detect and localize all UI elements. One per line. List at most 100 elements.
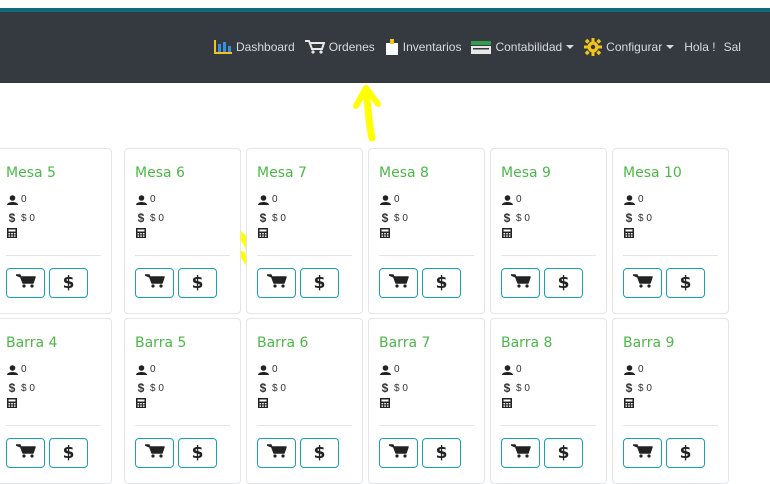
nav-configurar[interactable]: Configurar — [584, 38, 675, 56]
pay-button[interactable]: $ — [49, 268, 88, 298]
receipt-row — [501, 398, 516, 408]
table-card[interactable]: Mesa 5 0 $ $ 0 $ — [0, 148, 112, 314]
pay-button[interactable]: $ — [300, 438, 339, 468]
receipt-row — [135, 228, 150, 238]
add-order-button[interactable] — [623, 438, 662, 468]
table-card[interactable]: Barra 6 0 $ $ 0 $ — [246, 318, 363, 484]
table-card[interactable]: Barra 5 0 $ $ 0 $ — [124, 318, 241, 484]
nav-inventarios[interactable]: Inventarios — [385, 39, 461, 55]
divider — [501, 255, 596, 256]
divider — [257, 425, 352, 426]
add-order-button[interactable] — [379, 268, 418, 298]
table-card[interactable]: Barra 9 0 $ $ 0 $ — [612, 318, 729, 484]
dollar-icon: $ — [62, 443, 75, 463]
dollar-icon: $ — [625, 381, 633, 395]
pay-button[interactable]: $ — [666, 438, 705, 468]
guests-row: 0 — [257, 364, 278, 375]
add-order-button[interactable] — [6, 438, 45, 468]
add-order-button[interactable] — [135, 438, 174, 468]
guest-count: 0 — [516, 364, 522, 375]
calculator-icon — [379, 228, 391, 238]
table-title[interactable]: Mesa 5 — [6, 165, 56, 181]
guest-count: 0 — [272, 364, 278, 375]
table-title[interactable]: Barra 9 — [623, 335, 674, 351]
table-title[interactable]: Barra 6 — [257, 335, 308, 351]
dollar-icon: $ — [313, 443, 326, 463]
nav-ordenes[interactable]: Ordenes — [304, 40, 375, 54]
add-order-button[interactable] — [379, 438, 418, 468]
top-stripe — [0, 0, 770, 12]
amount-row: $ $ 0 — [623, 381, 652, 395]
calculator-icon — [379, 398, 391, 408]
amount-row: $ $ 0 — [379, 381, 408, 395]
amount-value: $ 0 — [272, 382, 286, 394]
receipt-row — [6, 398, 21, 408]
user-icon — [379, 364, 391, 375]
divider — [135, 255, 230, 256]
logout-link[interactable]: Sal — [724, 40, 741, 54]
calculator-icon — [257, 228, 269, 238]
amount-row: $ $ 0 — [135, 211, 164, 225]
table-title[interactable]: Mesa 8 — [379, 165, 429, 181]
table-card[interactable]: Barra 4 0 $ $ 0 $ — [0, 318, 112, 484]
chart-bar-icon — [214, 40, 232, 54]
table-card[interactable]: Mesa 10 0 $ $ 0 $ — [612, 148, 729, 314]
guests-row: 0 — [6, 364, 27, 375]
amount-row: $ $ 0 — [257, 381, 286, 395]
divider — [135, 425, 230, 426]
dollar-icon: $ — [625, 211, 633, 225]
table-title[interactable]: Barra 4 — [6, 335, 57, 351]
table-title[interactable]: Mesa 9 — [501, 165, 551, 181]
table-card[interactable]: Mesa 8 0 $ $ 0 $ — [368, 148, 485, 314]
table-title[interactable]: Barra 8 — [501, 335, 552, 351]
table-card[interactable]: Mesa 7 0 $ $ 0 $ — [246, 148, 363, 314]
user-icon — [623, 194, 635, 205]
table-title[interactable]: Barra 7 — [379, 335, 430, 351]
dollar-icon: $ — [8, 211, 16, 225]
nav-contabilidad[interactable]: Contabilidad — [471, 40, 575, 54]
calculator-icon — [6, 228, 18, 238]
pay-button[interactable]: $ — [422, 268, 461, 298]
nav-dashboard[interactable]: Dashboard — [214, 40, 295, 54]
receipt-row — [6, 228, 21, 238]
table-card[interactable]: Mesa 9 0 $ $ 0 $ — [490, 148, 607, 314]
pay-button[interactable]: $ — [544, 438, 583, 468]
add-order-button[interactable] — [501, 438, 540, 468]
guests-row: 0 — [501, 364, 522, 375]
user-icon — [135, 364, 147, 375]
pay-button[interactable]: $ — [300, 268, 339, 298]
user-icon — [135, 194, 147, 205]
pay-button[interactable]: $ — [544, 268, 583, 298]
table-title[interactable]: Mesa 7 — [257, 165, 307, 181]
table-card[interactable]: Barra 8 0 $ $ 0 $ — [490, 318, 607, 484]
table-title[interactable]: Mesa 6 — [135, 165, 185, 181]
table-card[interactable]: Mesa 6 0 $ $ 0 $ — [124, 148, 241, 314]
pay-button[interactable]: $ — [666, 268, 705, 298]
calculator-icon — [501, 228, 513, 238]
guests-row: 0 — [257, 194, 278, 205]
pay-button[interactable]: $ — [178, 438, 217, 468]
divider — [623, 425, 718, 426]
pay-button[interactable]: $ — [178, 268, 217, 298]
add-order-button[interactable] — [257, 268, 296, 298]
pay-button[interactable]: $ — [49, 438, 88, 468]
receipt-row — [379, 228, 394, 238]
add-order-button[interactable] — [623, 268, 662, 298]
add-order-button[interactable] — [135, 268, 174, 298]
add-order-button[interactable] — [501, 268, 540, 298]
table-card[interactable]: Barra 7 0 $ $ 0 $ — [368, 318, 485, 484]
table-title[interactable]: Mesa 10 — [623, 165, 682, 181]
pay-button[interactable]: $ — [422, 438, 461, 468]
calculator-icon — [623, 398, 635, 408]
nav-menu: Dashboard Ordenes Inventarios Contabilid… — [214, 38, 741, 56]
add-order-button[interactable] — [257, 438, 296, 468]
dollar-icon: $ — [435, 443, 448, 463]
table-title[interactable]: Barra 5 — [135, 335, 186, 351]
dollar-icon: $ — [259, 381, 267, 395]
cart-icon — [143, 443, 165, 463]
dollar-icon: $ — [259, 211, 267, 225]
user-icon — [501, 364, 513, 375]
nav-configurar-label: Configurar — [606, 40, 663, 54]
add-order-button[interactable] — [6, 268, 45, 298]
amount-value: $ 0 — [638, 382, 652, 394]
